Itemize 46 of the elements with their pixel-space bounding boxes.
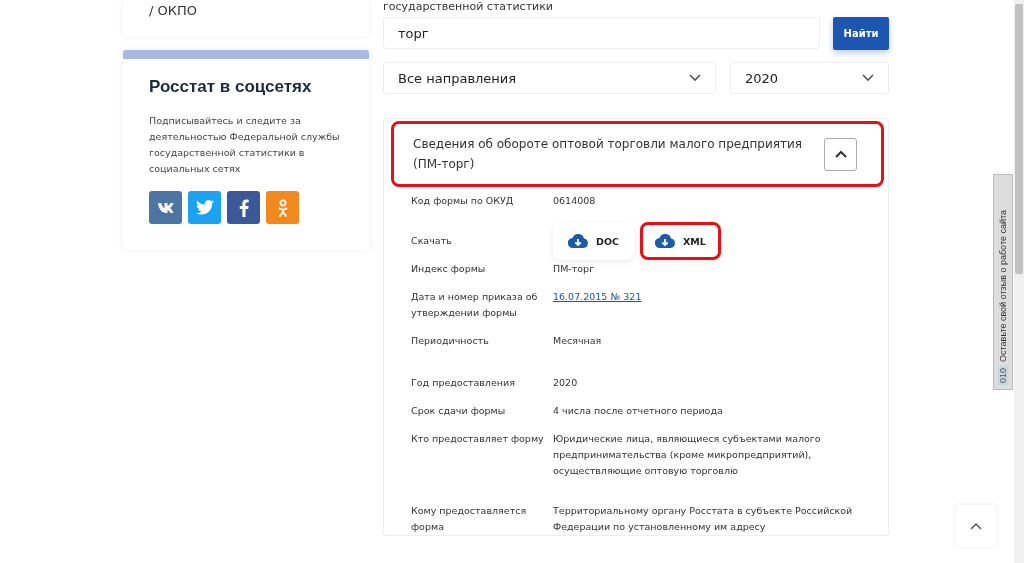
- field-label: Кому предоставляется форма: [411, 504, 528, 534]
- field-value: 2020: [553, 376, 579, 390]
- download-button[interactable]: DOC: [553, 222, 634, 260]
- form-title: Сведения об обороте оптовой торговли малого предприятия (ПМ-торг): [413, 136, 803, 173]
- card-description: Подписывайтесь и следите за деятельностью Федеральной службы государственной статистики в социальных сетях: [149, 114, 341, 176]
- field-value: Территориальному органу Росстата в субъекте Российской Федерации по установленному им адресу: [553, 504, 853, 534]
- chevron-up-icon: [834, 150, 847, 158]
- field-value: ПМ-торг: [553, 262, 596, 276]
- odnoklassniki-icon: [277, 198, 288, 217]
- form-card-header[interactable]: Сведения об обороте оптовой торговли малого предприятия (ПМ-торг): [391, 121, 884, 187]
- sidebar-link[interactable]: / ОКПО: [149, 3, 197, 18]
- social-link[interactable]: [149, 191, 182, 224]
- field-value: 0614008: [553, 194, 597, 208]
- card-title: Росстат в соцсетях: [149, 77, 313, 97]
- field-label: Скачать: [411, 234, 453, 248]
- order-link[interactable]: 16.07.2015 № 321: [553, 289, 853, 333]
- field-label: Год предоставления: [411, 376, 516, 390]
- field-label: Кто предоставляет форму: [411, 432, 545, 446]
- field-value: Месячная: [553, 334, 603, 348]
- vk-icon: [156, 201, 175, 214]
- field-label: Индекс формы: [411, 262, 487, 276]
- intro-text: государственной статистики: [383, 0, 554, 13]
- scrollbar[interactable]: [1014, 0, 1024, 563]
- field-label: Дата и номер приказа об утверждении формы: [411, 290, 539, 320]
- field-label: Код формы по ОКУД: [411, 194, 515, 208]
- cloud-download-icon: [568, 234, 588, 248]
- year-dropdown[interactable]: 2020: [730, 62, 889, 94]
- field-value: 4 числа после отчетного периода: [553, 404, 724, 418]
- field-label: Срок сдачи формы: [411, 404, 507, 418]
- search-button[interactable]: Найти: [833, 17, 889, 50]
- search-field[interactable]: торг: [383, 17, 820, 49]
- collapse-button[interactable]: [824, 137, 857, 171]
- feedback-tab[interactable]: 010 Оставьте свой отзыв о работе сайта: [993, 174, 1013, 390]
- field-label: Периодичность: [411, 334, 490, 348]
- field-value: Юридические лица, являющиеся субъектами малого предпринимательства (кроме микропредприятий), осуществляющие оптовую торговлю: [553, 432, 822, 478]
- feedback-badge: 010: [998, 365, 1008, 385]
- download-button[interactable]: XML: [639, 222, 721, 260]
- social-link[interactable]: [227, 191, 260, 224]
- facebook-icon: [238, 198, 249, 217]
- chevron-down-icon: [689, 74, 701, 82]
- chevron-up-icon: [970, 522, 982, 530]
- direction-dropdown[interactable]: Все направления: [383, 62, 716, 94]
- chevron-down-icon: [862, 74, 874, 82]
- bird-icon: [195, 200, 214, 215]
- social-link[interactable]: [188, 191, 221, 224]
- cloud-download-icon: [654, 234, 675, 248]
